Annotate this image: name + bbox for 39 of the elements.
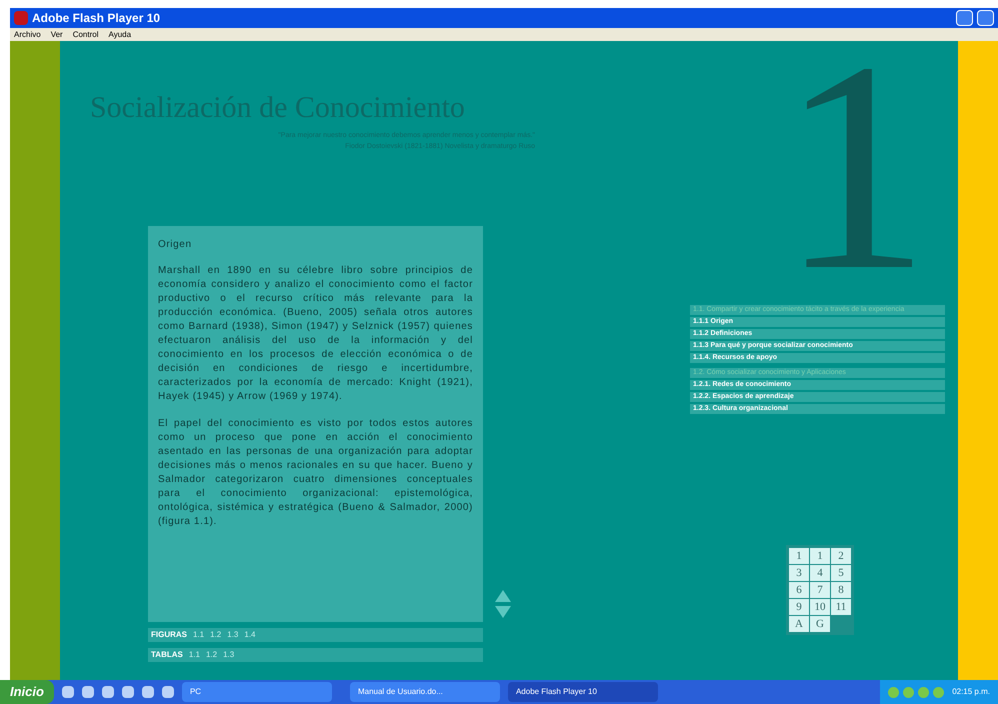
- chapter-button[interactable]: 1: [789, 548, 809, 564]
- chapter-button[interactable]: 4: [810, 565, 830, 581]
- chapter-button[interactable]: G: [810, 616, 830, 632]
- chapter-button[interactable]: 1: [810, 548, 830, 564]
- quick-launch-icon[interactable]: [142, 686, 154, 698]
- bar-label: FIGURAS: [151, 629, 187, 641]
- chapter-button[interactable]: A: [789, 616, 809, 632]
- quick-launch-icon[interactable]: [162, 686, 174, 698]
- minimize-button[interactable]: [956, 10, 973, 26]
- quick-launch-icon[interactable]: [62, 686, 74, 698]
- chapter-button[interactable]: 3: [789, 565, 809, 581]
- paragraph: El papel del conocimiento es visto por todos estos autores como un proceso que pone en acción el conocimiento asentado en las personas de una organización para adoptar decisiones más o menos racionales en su que hacer. Bueno y Salmador categorizaron cuatro dimensiones conceptuales para el conocimiento organizacional: epistemológica, ontológica, sistémica y estratégica (Bueno & Salmador, 2000) (figura 1.1).: [158, 417, 473, 529]
- taskbar-window[interactable]: PC: [182, 682, 332, 702]
- chapter-button[interactable]: 5: [831, 565, 851, 581]
- chapter-button[interactable]: 6: [789, 582, 809, 598]
- chapter-button[interactable]: 9: [789, 599, 809, 615]
- paragraph: Marshall en 1890 en su célebre libro sobre principios de economía considero y analizo el conocimiento como el factor productivo o el recurso crítico más relevante para la producción económica. (Bueno, 2005) señala otros autores como Barnard (1938), Simon (1947) y Selznick (1957) quienes efectuaron análisis del uso de la información y del conocimiento en los procesos de elección económica o de decisión en condiciones de riesgo e incertidumbre, caracterizados por la economía de mercado: Knight (1921), Hayek (1945) y Arrow (1969 y 1974).: [158, 264, 473, 404]
- quick-launch-icon[interactable]: [122, 686, 134, 698]
- quick-launch-icon[interactable]: [102, 686, 114, 698]
- chapter-button[interactable]: 10: [810, 599, 830, 615]
- bar-label: TABLAS: [151, 649, 183, 661]
- quick-launch-icon[interactable]: [82, 686, 94, 698]
- chapter-button[interactable]: 8: [831, 582, 851, 598]
- clock: 02:15 p.m.: [952, 686, 990, 698]
- chapter-button[interactable]: 2: [831, 548, 851, 564]
- scroll-down-icon[interactable]: [495, 606, 511, 618]
- window-title: Adobe Flash Player 10: [32, 10, 160, 27]
- menu-item[interactable]: Ayuda: [108, 28, 132, 40]
- taskbar-window[interactable]: Adobe Flash Player 10: [508, 682, 658, 702]
- maximize-button[interactable]: [977, 10, 994, 26]
- menu-item[interactable]: Ver: [50, 28, 63, 40]
- taskbar-window[interactable]: Manual de Usuario.do...: [350, 682, 500, 702]
- menu-item[interactable]: Archivo: [14, 28, 41, 40]
- section-heading: Origen: [158, 238, 193, 252]
- menu-item[interactable]: Control: [72, 28, 98, 40]
- chapter-button[interactable]: 11: [831, 599, 851, 615]
- start-button[interactable]: Inicio: [0, 680, 54, 704]
- scroll-up-icon[interactable]: [495, 590, 511, 602]
- chapter-button[interactable]: 7: [810, 582, 830, 598]
